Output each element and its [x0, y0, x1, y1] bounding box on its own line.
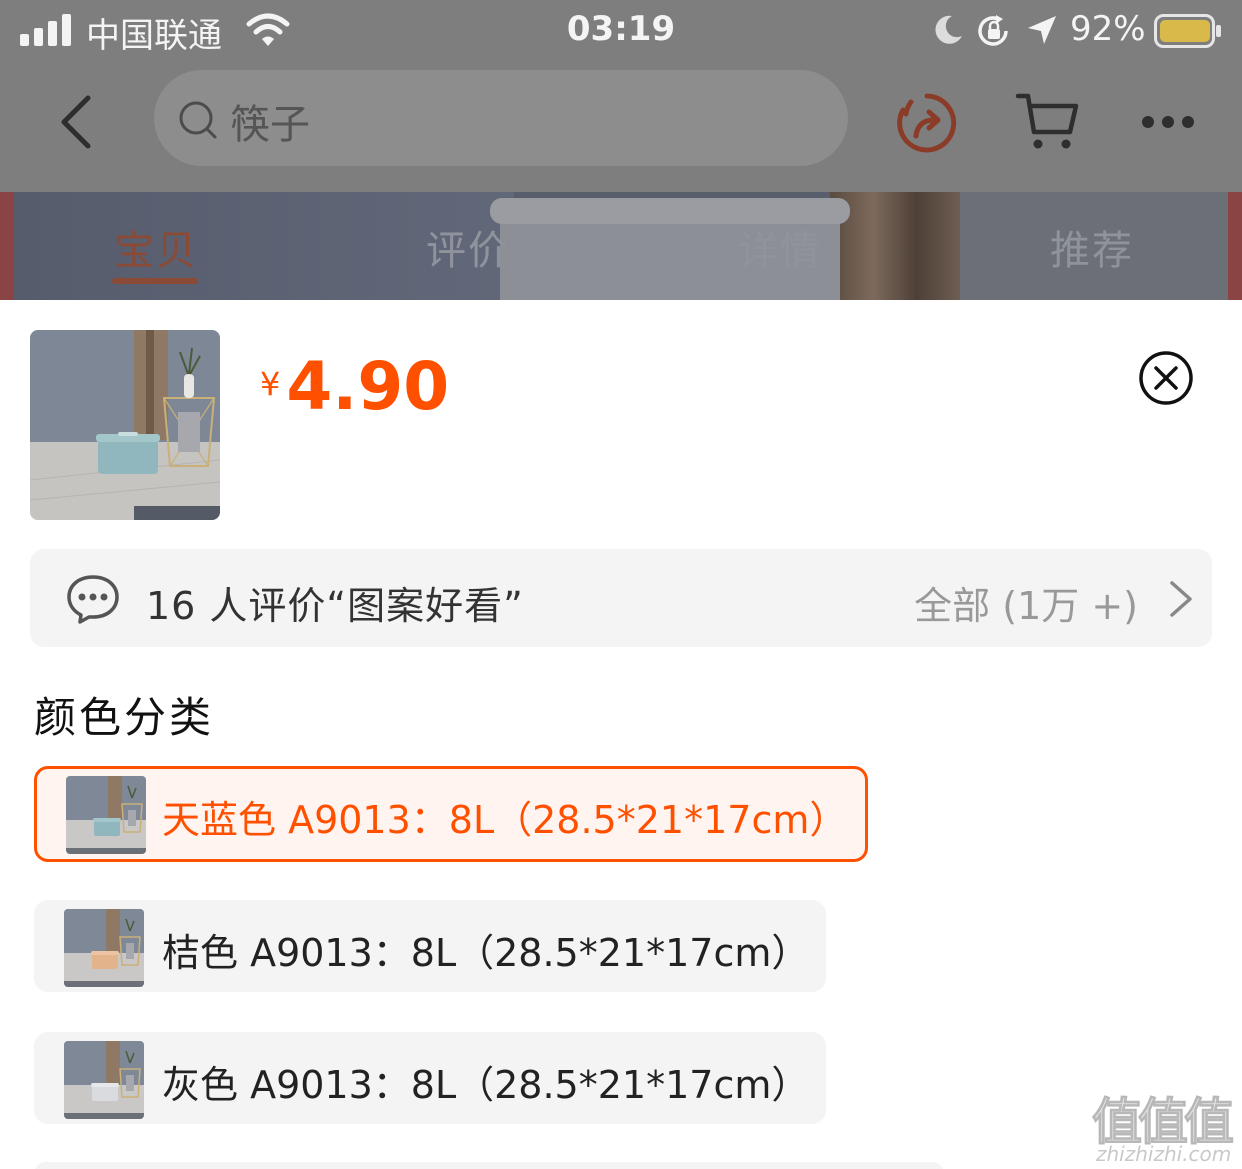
- sku-photo: [66, 776, 146, 854]
- back-arrow-icon[interactable]: [54, 92, 98, 152]
- sku-thumbnail: [64, 1041, 144, 1119]
- product-tab-bar: 宝贝 评价 详情 推荐: [0, 192, 1242, 300]
- tab-item[interactable]: 宝贝: [114, 218, 198, 276]
- sku-thumbnail: [64, 909, 144, 987]
- sku-option-label: 桔色 A9013：8L（28.5*21*17cm）: [162, 931, 810, 975]
- sku-photo: [64, 1041, 144, 1119]
- sku-option-label: 天蓝色 A9013：8L（28.5*21*17cm）: [162, 798, 848, 842]
- tab-details[interactable]: 详情: [738, 218, 822, 276]
- sku-selection-sheet: ¥4.90 16 人评价“图案好看” 全部 (1万 +) 颜色分类 天蓝色 A9…: [0, 300, 1242, 1169]
- comment-icon: [67, 575, 119, 624]
- product-photo: [30, 330, 220, 520]
- price-display: ¥4.90: [260, 348, 449, 425]
- share-icon[interactable]: [896, 92, 958, 154]
- do-not-disturb-icon: [935, 15, 962, 44]
- sku-option-partial[interactable]: [34, 1162, 944, 1169]
- banner-edge: [1228, 192, 1242, 300]
- search-input[interactable]: 筷子: [154, 70, 848, 166]
- rotation-lock-icon: [978, 15, 1008, 46]
- tab-reviews[interactable]: 评价: [426, 218, 510, 276]
- location-icon: [1028, 16, 1056, 44]
- sku-option-gray[interactable]: 灰色 A9013：8L（28.5*21*17cm）: [34, 1032, 826, 1124]
- cart-icon[interactable]: [1014, 90, 1080, 152]
- status-bar: 中国联通 03:19 92%: [0, 0, 1242, 62]
- sku-thumbnail: [66, 776, 146, 854]
- all-reviews-link[interactable]: 全部 (1万 +): [914, 575, 1138, 630]
- watermark-url: zhizhizhi.com: [1096, 1142, 1232, 1166]
- sku-option-sky-blue[interactable]: 天蓝色 A9013：8L（28.5*21*17cm）: [34, 766, 868, 862]
- banner-edge: [0, 192, 14, 300]
- watermark-logo: 值值值 zhizhizhi.com: [1092, 1082, 1242, 1169]
- chevron-right-icon: [1170, 581, 1192, 617]
- currency-symbol: ¥: [260, 365, 281, 403]
- color-category-title: 颜色分类: [34, 693, 215, 742]
- active-tab-indicator: [112, 278, 198, 284]
- battery-icon: [1154, 14, 1221, 48]
- review-summary-bar[interactable]: 16 人评价“图案好看” 全部 (1万 +): [30, 549, 1212, 647]
- navigation-bar: 筷子: [0, 62, 1242, 192]
- battery-percent: 92%: [1070, 9, 1146, 49]
- product-thumbnail[interactable]: [30, 330, 220, 520]
- sku-photo: [64, 909, 144, 987]
- search-query: 筷子: [230, 102, 310, 148]
- status-time: 03:19: [566, 9, 676, 49]
- cellular-signal-icon: [20, 14, 71, 46]
- carrier-name: 中国联通: [86, 16, 222, 56]
- close-icon[interactable]: [1138, 350, 1194, 406]
- background-overlay[interactable]: 中国联通 03:19 92% 筷子 宝贝 评价 详情 推荐: [0, 0, 1242, 300]
- review-summary-text: 16 人评价“图案好看”: [146, 584, 524, 628]
- sku-option-orange[interactable]: 桔色 A9013：8L（28.5*21*17cm）: [34, 900, 826, 992]
- more-options-icon[interactable]: [1140, 112, 1196, 132]
- tab-recommend[interactable]: 推荐: [1050, 218, 1134, 276]
- sku-option-label: 灰色 A9013：8L（28.5*21*17cm）: [162, 1063, 810, 1107]
- search-icon: [179, 101, 217, 139]
- price-value: 4.90: [286, 348, 450, 425]
- wifi-icon: [246, 13, 290, 46]
